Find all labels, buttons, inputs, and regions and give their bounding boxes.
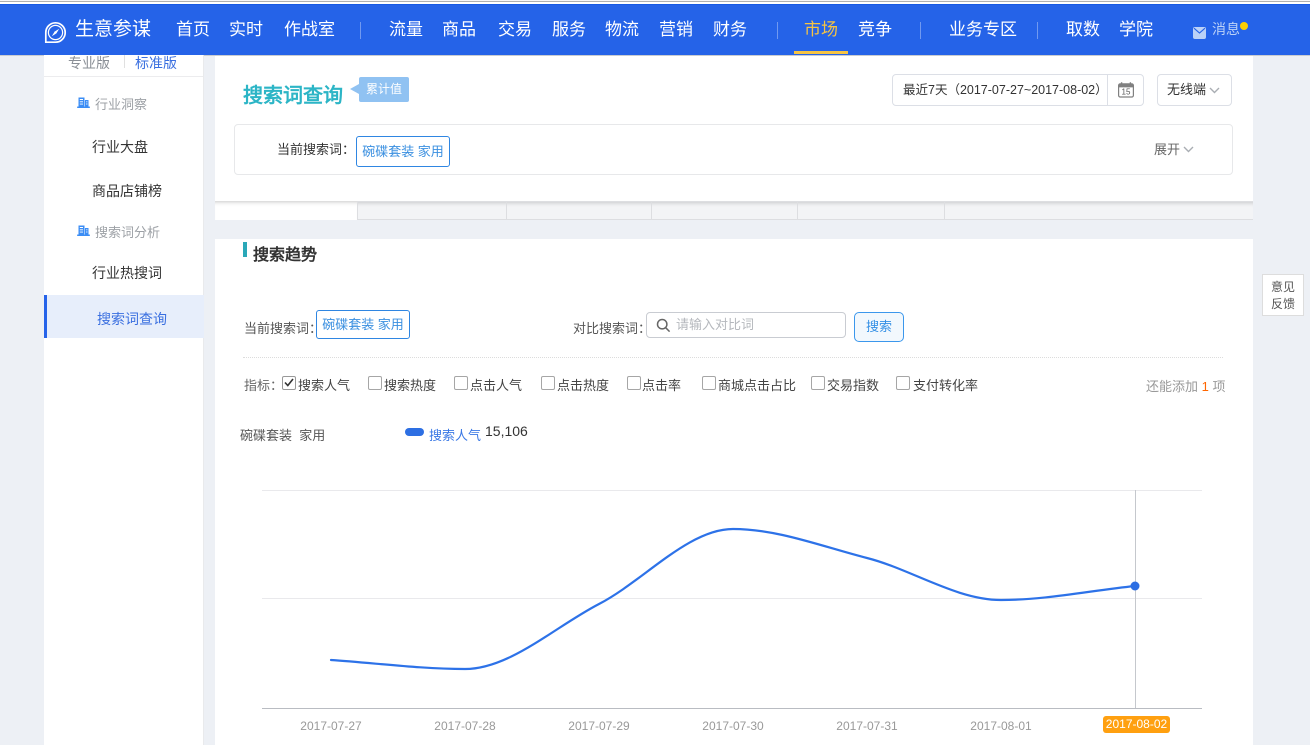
svg-text:15: 15	[1122, 88, 1131, 97]
